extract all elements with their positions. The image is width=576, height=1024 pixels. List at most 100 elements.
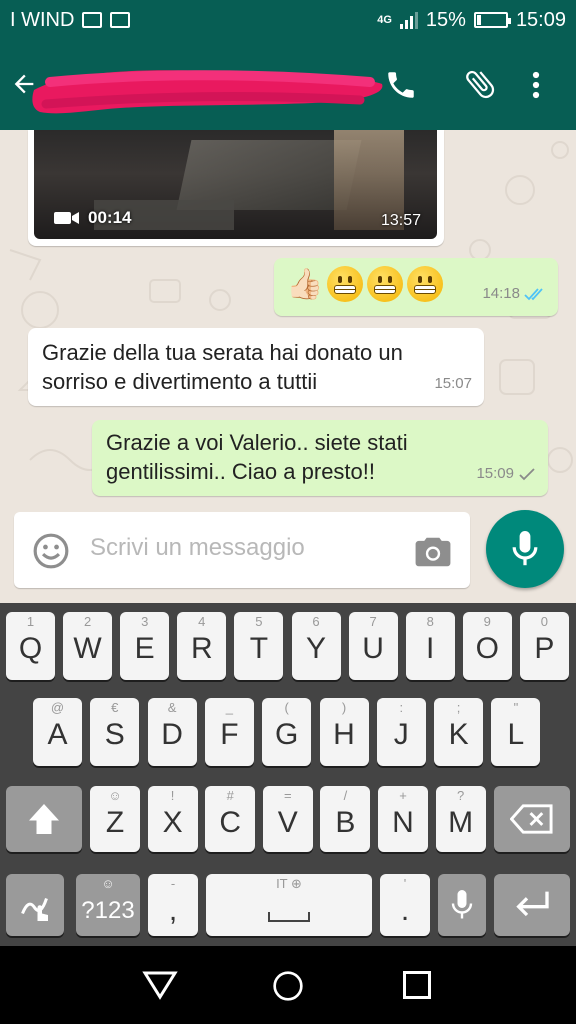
clock: 15:09 [515, 8, 566, 31]
grimacing-face-emoji [367, 266, 404, 302]
key-r[interactable]: 4R [177, 612, 227, 680]
key-label: K [448, 718, 469, 751]
key-k[interactable]: ; K [434, 698, 484, 766]
key-label: . [400, 894, 410, 927]
key-hint: 3 [141, 614, 149, 629]
redacted-contact-name[interactable] [30, 60, 390, 122]
key-l[interactable]: " L [491, 698, 541, 766]
message-time: 15:07 [434, 375, 472, 392]
video-thumbnail[interactable]: 00:14 13:57 [34, 130, 437, 239]
key-p[interactable]: 0P [519, 612, 569, 680]
carrier-label: I WIND [10, 8, 75, 31]
key-b[interactable]: / B [320, 786, 371, 852]
key-w[interactable]: 2W [63, 612, 113, 680]
more-vert-icon[interactable] [528, 70, 544, 105]
keyboard-notification-icon [82, 12, 103, 28]
message-line: gentilissimi.. Ciao a presto!! [106, 459, 375, 484]
key-hint: ! [170, 788, 175, 803]
key-z[interactable]: ☺ Z [90, 786, 140, 852]
key-j[interactable]: :J [376, 698, 426, 766]
key-c[interactable]: # C [205, 786, 256, 852]
message-line: Grazie a voi Valerio.. siete stati [106, 430, 408, 455]
key-e[interactable]: 3E [120, 612, 170, 680]
network-type: 4G [377, 13, 392, 26]
key-o[interactable]: 9O [462, 612, 512, 680]
key-f[interactable]: _ F [204, 698, 254, 766]
paperclip-icon[interactable] [462, 66, 498, 107]
key-a[interactable]: @ A [33, 698, 82, 766]
key-hint: + [399, 788, 407, 803]
message-meta: 15:09 [476, 459, 536, 488]
key-h[interactable]: ) H [319, 698, 369, 766]
recents-square-icon[interactable] [402, 970, 432, 1005]
key-t[interactable]: 5T [234, 612, 284, 680]
backspace-key[interactable] [494, 786, 570, 852]
key-u[interactable]: 7U [348, 612, 398, 680]
key-q[interactable]: 1Q [6, 612, 55, 680]
key-label: B [335, 806, 356, 839]
video-message[interactable]: 00:14 13:57 [28, 130, 444, 246]
key-hint: 0 [540, 614, 548, 629]
key-hint: ☺ [101, 876, 115, 891]
key-hint: 2 [83, 614, 92, 629]
key-hint: ☺ [108, 788, 122, 803]
home-circle-icon[interactable] [272, 970, 304, 1007]
camera-icon[interactable] [414, 536, 452, 573]
key-v[interactable]: = V [262, 786, 313, 852]
key-n[interactable]: + N [378, 786, 428, 852]
keyboard[interactable]: ☺ ?123 - , IT ⊕ ' . 1Q2W3E4R5T6Y7U8I9O0P… [0, 603, 576, 946]
enter-arrow-icon [516, 891, 549, 917]
key-label: E [134, 632, 155, 665]
voice-input-key[interactable] [438, 874, 486, 936]
key-hint: / [343, 788, 348, 803]
key-label: M [448, 806, 474, 839]
back-triangle-icon[interactable] [142, 970, 178, 1005]
handwriting-key[interactable] [6, 874, 64, 936]
space-bar-icon [268, 912, 310, 922]
key-x[interactable]: ! X [147, 786, 198, 852]
video-duration-text: 00:14 [88, 208, 132, 227]
message-input[interactable]: Scrivi un messaggio [90, 534, 305, 562]
key-label: U [362, 632, 384, 665]
key-label: , [168, 894, 178, 927]
grimacing-face-emoji [407, 266, 444, 302]
voice-record-button[interactable] [486, 510, 564, 588]
key-hint: ' [403, 876, 407, 891]
key-hint: 6 [312, 614, 320, 629]
emoji-icon[interactable] [32, 532, 70, 575]
symbols-key[interactable]: ☺ ?123 [76, 874, 140, 936]
key-i[interactable]: 8I [405, 612, 455, 680]
key-label: V [277, 806, 298, 839]
message-text: Grazie della tua serata hai donato un so… [42, 338, 403, 396]
key-d[interactable]: & D [147, 698, 197, 766]
space-key[interactable]: IT ⊕ [206, 874, 372, 936]
message-bubble-incoming[interactable]: Grazie della tua serata hai donato un so… [28, 328, 484, 406]
period-key[interactable]: ' . [380, 874, 430, 936]
key-label: Y [305, 632, 326, 665]
comma-key[interactable]: - , [148, 874, 198, 936]
message-bubble-outgoing[interactable]: 👍🏻 14:18 [274, 258, 558, 316]
enter-key[interactable] [494, 874, 570, 936]
message-bubble-outgoing[interactable]: Grazie a voi Valerio.. siete stati genti… [92, 420, 548, 496]
video-duration: 00:14 [54, 208, 131, 228]
microphone-icon [512, 531, 538, 566]
phone-icon[interactable] [384, 68, 418, 107]
key-hint: : [399, 700, 404, 715]
key-y[interactable]: 6Y [291, 612, 341, 680]
key-g[interactable]: (G [262, 698, 312, 766]
key-hint: # [226, 788, 234, 803]
key-label: D [161, 718, 183, 751]
key-label: L [507, 718, 525, 751]
signal-icon [399, 11, 418, 29]
single-check-sent-icon [519, 467, 535, 480]
key-label: Z [105, 806, 125, 839]
key-label: G [275, 718, 299, 751]
shift-key[interactable] [6, 786, 82, 852]
message-composer[interactable]: Scrivi un messaggio [14, 512, 470, 588]
chat-area[interactable]: 00:14 13:57 👍🏻 14:18 Grazie della tua se… [0, 130, 576, 603]
key-m[interactable]: ? M [435, 786, 486, 852]
key-s[interactable]: € S [90, 698, 140, 766]
key-label: X [162, 806, 183, 839]
key-label: P [534, 632, 555, 665]
key-label: ?123 [81, 897, 135, 924]
